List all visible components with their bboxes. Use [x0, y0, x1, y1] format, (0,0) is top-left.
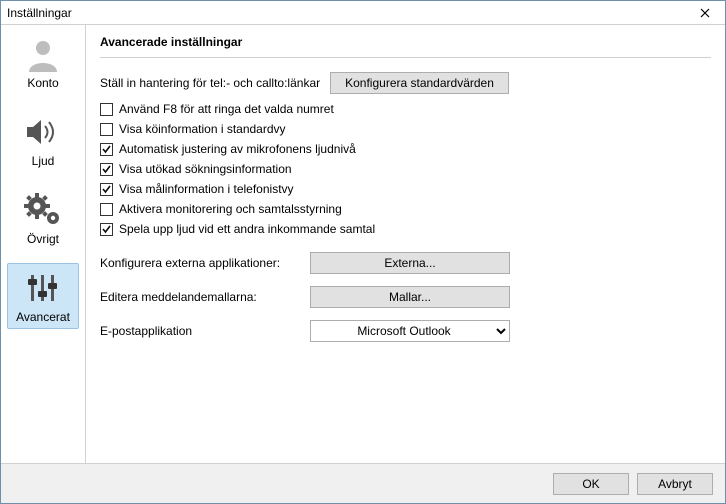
- gears-icon: [21, 192, 65, 228]
- sliders-icon: [21, 270, 65, 306]
- checkbox-label: Spela upp ljud vid ett andra inkommande …: [119, 222, 375, 236]
- titlebar: Inställningar: [1, 1, 725, 25]
- external-apps-button[interactable]: Externa...: [310, 252, 510, 274]
- checkbox-label: Visa utökad sökningsinformation: [119, 162, 292, 176]
- user-icon: [21, 36, 65, 72]
- sidebar: Konto Ljud Övrigt: [1, 25, 85, 463]
- sidebar-item-label: Ljud: [32, 154, 55, 168]
- body: Konto Ljud Övrigt: [1, 25, 725, 463]
- content-panel: Avancerade inställningar Ställ in hanter…: [85, 25, 725, 463]
- external-apps-row: Konfigurera externa applikationer: Exter…: [100, 252, 711, 274]
- tel-handler-row: Ställ in hantering för tel:- och callto:…: [100, 72, 711, 94]
- checkbox-label: Använd F8 för att ringa det valda numret: [119, 102, 334, 116]
- email-app-row: E-postapplikation Microsoft Outlook: [100, 320, 711, 342]
- checkbox-icon: [100, 223, 113, 236]
- checkbox-label: Visa målinformation i telefonistvy: [119, 182, 294, 196]
- ok-button[interactable]: OK: [553, 473, 629, 495]
- content-heading: Avancerade inställningar: [100, 35, 711, 49]
- checkbox-icon: [100, 183, 113, 196]
- sidebar-item-label: Konto: [27, 76, 58, 90]
- checkbox-label: Aktivera monitorering och samtalsstyrnin…: [119, 202, 342, 216]
- checkbox-monitoring[interactable]: Aktivera monitorering och samtalsstyrnin…: [100, 202, 711, 216]
- sidebar-item-ljud[interactable]: Ljud: [7, 107, 79, 173]
- checkbox-label: Visa köinformation i standardvy: [119, 122, 286, 136]
- sidebar-item-label: Övrigt: [27, 232, 59, 246]
- templates-button[interactable]: Mallar...: [310, 286, 510, 308]
- templates-label: Editera meddelandemallarna:: [100, 290, 310, 304]
- templates-row: Editera meddelandemallarna: Mallar...: [100, 286, 711, 308]
- checkbox-icon: [100, 143, 113, 156]
- settings-window: Inställningar Konto Ljud: [0, 0, 726, 504]
- window-title: Inställningar: [7, 6, 72, 20]
- checkbox-icon: [100, 203, 113, 216]
- close-icon: [700, 8, 710, 18]
- sidebar-item-ovrigt[interactable]: Övrigt: [7, 185, 79, 251]
- checkbox-icon: [100, 123, 113, 136]
- footer: OK Avbryt: [1, 463, 725, 503]
- checkbox-f8-dial[interactable]: Använd F8 för att ringa det valda numret: [100, 102, 711, 116]
- close-button[interactable]: [685, 1, 725, 25]
- checkbox-icon: [100, 103, 113, 116]
- cancel-button[interactable]: Avbryt: [637, 473, 713, 495]
- email-app-label: E-postapplikation: [100, 324, 310, 338]
- sidebar-item-konto[interactable]: Konto: [7, 29, 79, 95]
- checkbox-ext-search[interactable]: Visa utökad sökningsinformation: [100, 162, 711, 176]
- separator: [100, 57, 711, 58]
- checkbox-queue-info[interactable]: Visa köinformation i standardvy: [100, 122, 711, 136]
- sidebar-item-avancerat[interactable]: Avancerat: [7, 263, 79, 329]
- configure-defaults-button[interactable]: Konfigurera standardvärden: [330, 72, 509, 94]
- sidebar-item-label: Avancerat: [16, 310, 70, 324]
- external-apps-label: Konfigurera externa applikationer:: [100, 256, 310, 270]
- checkbox-auto-mic[interactable]: Automatisk justering av mikrofonens ljud…: [100, 142, 711, 156]
- email-app-select[interactable]: Microsoft Outlook: [310, 320, 510, 342]
- tel-handler-label: Ställ in hantering för tel:- och callto:…: [100, 76, 320, 90]
- checkbox-target-info[interactable]: Visa målinformation i telefonistvy: [100, 182, 711, 196]
- checkbox-second-call-sound[interactable]: Spela upp ljud vid ett andra inkommande …: [100, 222, 711, 236]
- checkbox-label: Automatisk justering av mikrofonens ljud…: [119, 142, 356, 156]
- checkbox-icon: [100, 163, 113, 176]
- speaker-icon: [21, 114, 65, 150]
- checkbox-group: Använd F8 för att ringa det valda numret…: [100, 102, 711, 236]
